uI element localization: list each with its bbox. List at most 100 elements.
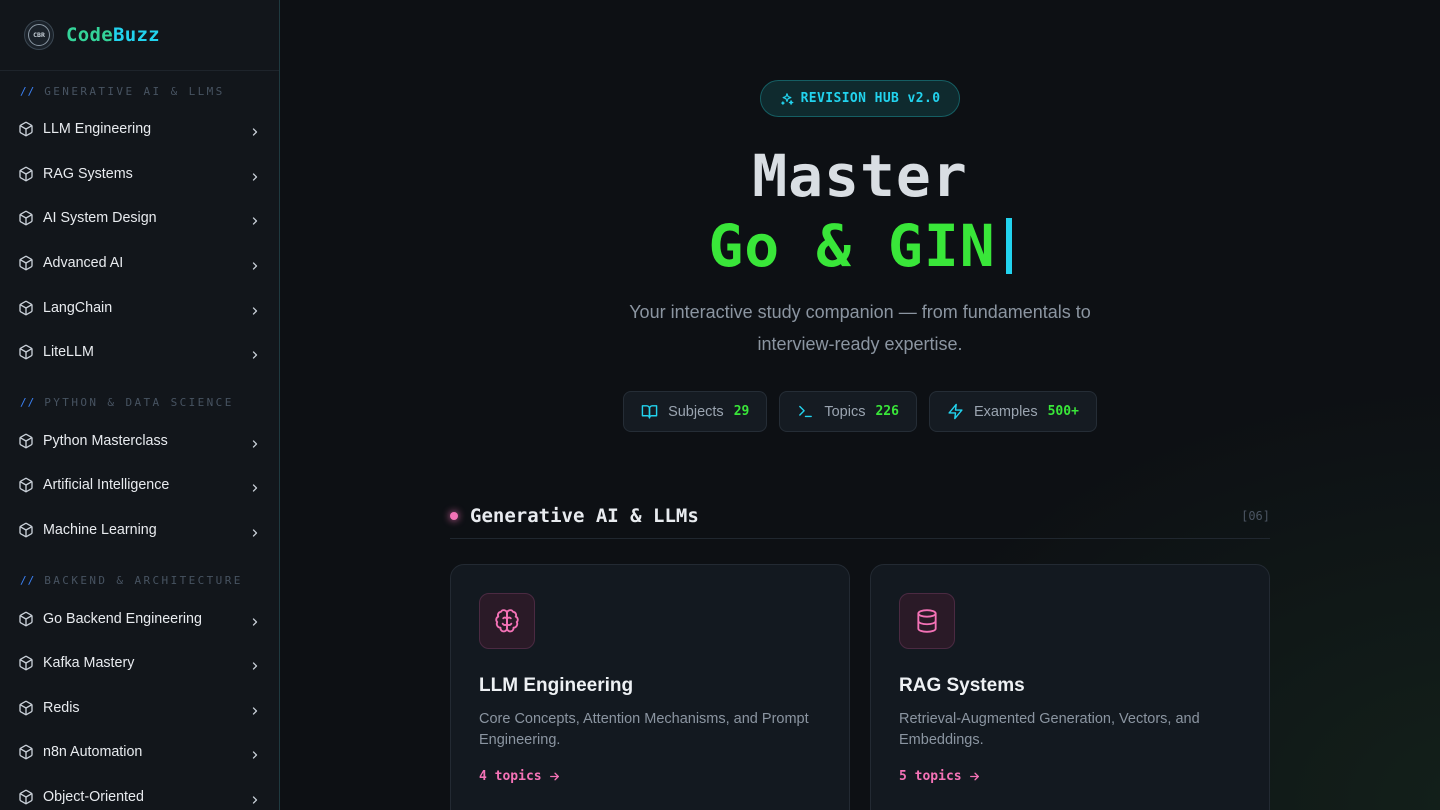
- database-icon: [917, 609, 937, 633]
- terminal-icon: [799, 405, 813, 418]
- sidebar-item-advanced-ai[interactable]: Advanced AI: [0, 241, 279, 286]
- section-slash: //: [20, 84, 36, 98]
- app-root: CBR CodeBuzz // Generative AI & LLMs LLM E…: [0, 0, 1440, 810]
- cube-icon: [18, 166, 34, 182]
- brand-name-part1: Code: [66, 24, 113, 46]
- stat-examples-value: 500+: [1047, 404, 1079, 419]
- section-slash: //: [20, 396, 36, 410]
- card-topics-link-label: 4 topics: [479, 769, 542, 784]
- sidebar-item-litellm[interactable]: LiteLLM: [0, 330, 279, 375]
- category-title: Generative AI & LLMs: [470, 504, 699, 527]
- chevron-right-icon: [249, 123, 261, 136]
- sidebar-item-n8n-automation[interactable]: n8n Automation: [0, 730, 279, 775]
- typing-cursor: [1005, 218, 1012, 274]
- sidebar-item-label: Kafka Mastery: [43, 655, 135, 672]
- hero-title-line2-text: Go & GIN: [708, 212, 996, 280]
- brand-logo: CBR: [24, 20, 54, 50]
- sidebar-item-ai-system-design[interactable]: AI System Design: [0, 196, 279, 241]
- cube-icon: [18, 611, 34, 627]
- sidebar-item-label: n8n Automation: [43, 744, 143, 761]
- section-title-text: Python & Data Science: [44, 396, 234, 410]
- sidebar-item-machine-learning[interactable]: Machine Learning: [0, 508, 279, 553]
- card-topics-link[interactable]: 5 topics: [899, 769, 981, 784]
- brain-icon: [495, 609, 519, 633]
- stat-topics: Topics 226: [779, 391, 917, 432]
- stat-subjects-value: 29: [733, 404, 750, 419]
- card-icon-box: [899, 593, 955, 649]
- sidebar-item-llm-engineering[interactable]: LLM Engineering: [0, 107, 279, 152]
- sidebar-item-object-oriented[interactable]: Object-Oriented: [0, 775, 279, 810]
- lightning-icon: [948, 403, 963, 420]
- stat-examples: Examples 500+: [928, 391, 1097, 432]
- section-slash: //: [20, 573, 36, 587]
- chevron-right-icon: [249, 212, 261, 226]
- revision-hub-badge: REVISION HUB v2.0: [760, 80, 960, 117]
- sidebar: CBR CodeBuzz // Generative AI & LLMs LLM E…: [0, 0, 280, 810]
- hero-title-line2: Go & GIN: [280, 212, 1440, 280]
- sidebar-item-label: LiteLLM: [43, 344, 94, 361]
- card-title: LLM Engineering: [479, 675, 634, 696]
- cube-icon: [18, 700, 34, 716]
- cube-icon: [18, 210, 34, 226]
- sidebar-item-label: AI System Design: [43, 210, 157, 227]
- card-description: Retrieval-Augmented Generation, Vectors,…: [899, 711, 1200, 748]
- sidebar-item-label: RAG Systems: [43, 165, 133, 182]
- sidebar-section-title: // Python & Data Science: [0, 392, 279, 414]
- sidebar-item-artificial-intelligence[interactable]: Artificial Intelligence: [0, 463, 279, 508]
- cube-icon: [18, 433, 34, 449]
- chevron-right-icon: [249, 479, 261, 493]
- sidebar-nav: // Generative AI & LLMs LLM Engineering RAG…: [0, 71, 279, 810]
- sparkles-icon: [780, 92, 793, 105]
- cube-icon: [18, 789, 34, 805]
- card-topics-link[interactable]: 4 topics: [479, 769, 561, 784]
- sidebar-item-label: Go Backend Engineering: [43, 610, 202, 627]
- book-open-icon: [641, 405, 658, 419]
- stat-examples-label: Examples: [973, 403, 1038, 420]
- sidebar-item-go-backend-engineering[interactable]: Go Backend Engineering: [0, 596, 279, 641]
- sidebar-section-title: // Generative AI & LLMs: [0, 80, 279, 102]
- cube-icon: [18, 522, 34, 538]
- chevron-right-icon: [249, 791, 261, 804]
- stat-topics-value: 226: [875, 404, 899, 419]
- cube-icon: [18, 300, 34, 316]
- sidebar-item-label: LangChain: [43, 299, 113, 316]
- chevron-right-icon: [249, 168, 261, 181]
- sidebar-item-label: Python Masterclass: [43, 432, 168, 449]
- stat-subjects-label: Subjects: [668, 403, 724, 420]
- brand-name-part2: Buzz: [112, 24, 160, 46]
- card-topics-link-label: 5 topics: [899, 769, 962, 784]
- stat-topics-label: Topics: [824, 403, 866, 420]
- chevron-right-icon: [249, 435, 261, 448]
- sidebar-item-python-masterclass[interactable]: Python Masterclass: [0, 419, 279, 464]
- chevron-right-icon: [249, 257, 261, 270]
- category-dot: [450, 511, 458, 520]
- cube-icon: [18, 121, 34, 137]
- cube-icon: [18, 255, 34, 271]
- chevron-right-icon: [249, 702, 261, 715]
- hero-subtitle: Your interactive study companion — from …: [629, 302, 1091, 354]
- main-content: REVISION HUB v2.0 Master Go & GIN Your i…: [280, 0, 1440, 810]
- brand-header[interactable]: CBR CodeBuzz: [0, 0, 279, 71]
- card-description: Core Concepts, Attention Mechanisms, and…: [479, 711, 809, 748]
- brand-logo-mark: CBR: [28, 24, 50, 46]
- chevron-right-icon: [249, 346, 261, 359]
- subject-card-llm-engineering[interactable]: LLM Engineering Core Concepts, Attention…: [450, 564, 850, 810]
- sidebar-item-langchain[interactable]: LangChain: [0, 285, 279, 330]
- category-count: [06]: [1241, 508, 1270, 523]
- sidebar-item-label: Object-Oriented: [43, 789, 144, 806]
- stats-row: Subjects 29 Topics 226 Examples 500+: [280, 391, 1440, 432]
- sidebar-item-rag-systems[interactable]: RAG Systems: [0, 152, 279, 197]
- chevron-right-icon: [249, 657, 261, 670]
- sidebar-section-title: // Backend & Architecture: [0, 569, 279, 591]
- card-title: RAG Systems: [899, 675, 1025, 696]
- subject-card-rag-systems[interactable]: RAG Systems Retrieval-Augmented Generati…: [870, 564, 1270, 810]
- cube-icon: [18, 744, 34, 760]
- sidebar-item-kafka-mastery[interactable]: Kafka Mastery: [0, 641, 279, 686]
- cube-icon: [18, 477, 34, 493]
- sidebar-item-redis[interactable]: Redis: [0, 686, 279, 731]
- hero-title-line1: Master: [752, 142, 968, 210]
- category-header: Generative AI & LLMs [06]: [450, 493, 1270, 539]
- sidebar-item-label: LLM Engineering: [43, 121, 152, 138]
- chevron-right-icon: [249, 302, 261, 315]
- sidebar-item-label: Artificial Intelligence: [43, 477, 170, 494]
